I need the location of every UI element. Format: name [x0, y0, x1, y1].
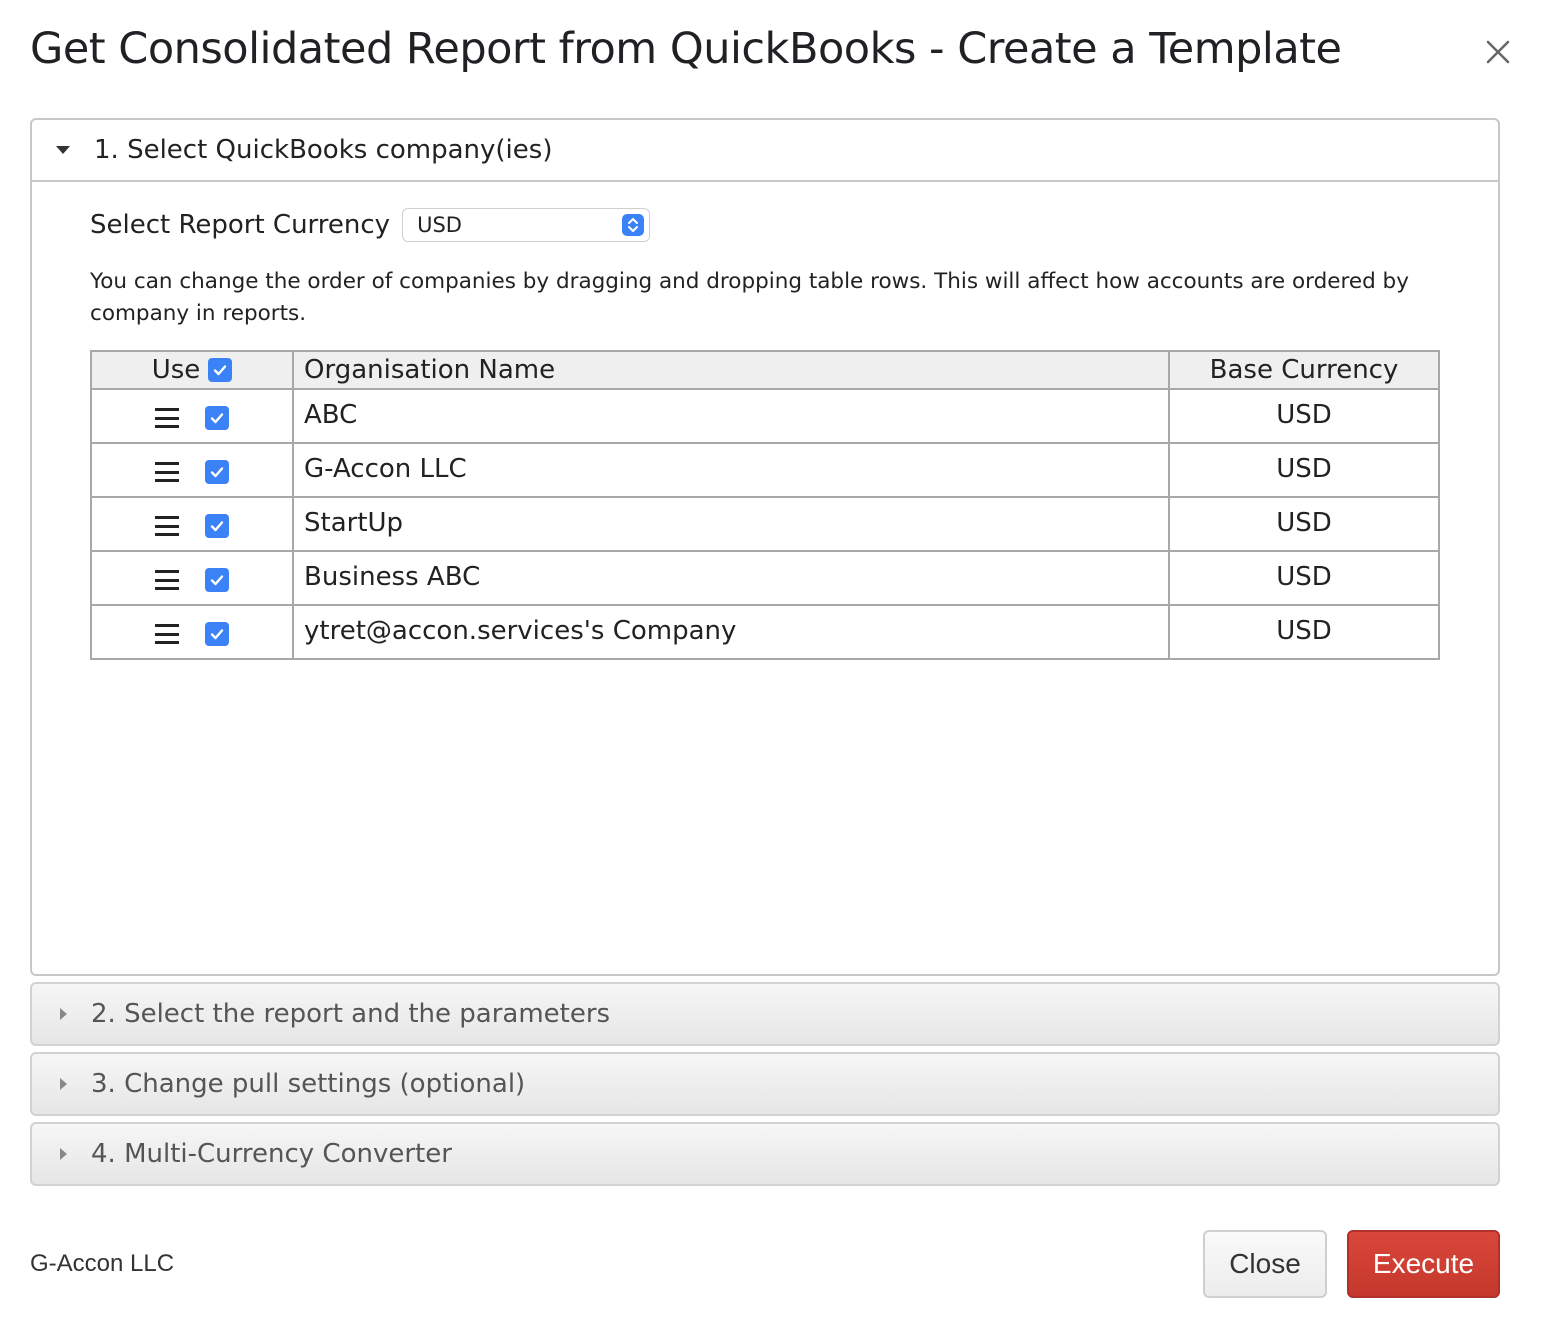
- dialog-title: Get Consolidated Report from QuickBooks …: [30, 24, 1342, 74]
- use-checkbox[interactable]: [205, 406, 229, 430]
- table-row[interactable]: StartUp USD: [90, 496, 1440, 552]
- use-checkbox[interactable]: [205, 514, 229, 538]
- footer-brand: G-Accon LLC: [30, 1250, 175, 1277]
- base-currency: USD: [1168, 496, 1440, 552]
- drag-handle-icon[interactable]: [155, 570, 179, 590]
- organisation-name: ytret@accon.services's Company: [292, 604, 1170, 660]
- section-header-1[interactable]: 1. Select QuickBooks company(ies): [32, 120, 1498, 182]
- select-all-checkbox[interactable]: [208, 358, 233, 382]
- drag-handle-icon[interactable]: [155, 516, 179, 536]
- section-title: 4. Multi-Currency Converter: [91, 1139, 452, 1169]
- use-cell: [90, 496, 294, 552]
- report-currency-select[interactable]: USD: [402, 208, 651, 242]
- use-checkbox[interactable]: [205, 568, 229, 592]
- base-currency: USD: [1168, 442, 1440, 498]
- reorder-help-text: You can change the order of companies by…: [90, 269, 1409, 326]
- drag-handle-icon[interactable]: [155, 408, 179, 428]
- section-title: 2. Select the report and the parameters: [91, 999, 611, 1029]
- organisation-name: StartUp: [292, 496, 1170, 552]
- section-pull-settings[interactable]: 3. Change pull settings (optional): [30, 1052, 1500, 1116]
- close-button[interactable]: Close: [1203, 1230, 1327, 1298]
- header-base-currency: Base Currency: [1168, 350, 1440, 390]
- accordion: 1. Select QuickBooks company(ies) Select…: [30, 118, 1500, 1186]
- organisation-name: Business ABC: [292, 550, 1170, 606]
- table-row[interactable]: G-Accon LLC USD: [90, 442, 1440, 498]
- table-header-row: Use Organisation Name Base Currency: [90, 350, 1440, 390]
- caret-right-icon: [60, 1148, 67, 1160]
- execute-button[interactable]: Execute: [1347, 1230, 1500, 1298]
- header-use: Use: [90, 350, 294, 390]
- drag-handle-icon[interactable]: [155, 624, 179, 644]
- use-checkbox[interactable]: [205, 622, 229, 646]
- use-cell: [90, 388, 294, 444]
- caret-right-icon: [60, 1078, 67, 1090]
- base-currency: USD: [1168, 388, 1440, 444]
- header-use-label: Use: [151, 355, 201, 385]
- report-currency-label: Select Report Currency: [90, 210, 391, 240]
- report-currency-row: Select Report Currency USD: [90, 208, 1498, 242]
- use-checkbox[interactable]: [205, 460, 229, 484]
- base-currency: USD: [1168, 604, 1440, 660]
- caret-right-icon: [60, 1008, 67, 1020]
- section-multi-currency[interactable]: 4. Multi-Currency Converter: [30, 1122, 1500, 1186]
- use-cell: [90, 442, 294, 498]
- section-title: 1. Select QuickBooks company(ies): [94, 135, 553, 165]
- table-row[interactable]: Business ABC USD: [90, 550, 1440, 606]
- table-row[interactable]: ABC USD: [90, 388, 1440, 444]
- close-icon[interactable]: [1478, 32, 1518, 72]
- header-organisation-name: Organisation Name: [292, 350, 1170, 390]
- section-header-4[interactable]: 4. Multi-Currency Converter: [32, 1124, 1498, 1184]
- select-updown-icon: [622, 214, 645, 236]
- use-cell: [90, 604, 294, 660]
- base-currency: USD: [1168, 550, 1440, 606]
- report-currency-value: USD: [417, 213, 462, 237]
- section-header-3[interactable]: 3. Change pull settings (optional): [32, 1054, 1498, 1114]
- section-select-companies: 1. Select QuickBooks company(ies) Select…: [30, 118, 1500, 976]
- use-cell: [90, 550, 294, 606]
- section-header-2[interactable]: 2. Select the report and the parameters: [32, 984, 1498, 1044]
- organisation-name: ABC: [292, 388, 1170, 444]
- caret-down-icon: [56, 146, 70, 154]
- drag-handle-icon[interactable]: [155, 462, 179, 482]
- table-row[interactable]: ytret@accon.services's Company USD: [90, 604, 1440, 660]
- organisation-name: G-Accon LLC: [292, 442, 1170, 498]
- section-report-parameters[interactable]: 2. Select the report and the parameters: [30, 982, 1500, 1046]
- companies-table: Use Organisation Name Base Currency ABC U…: [90, 350, 1440, 660]
- section-title: 3. Change pull settings (optional): [91, 1069, 526, 1099]
